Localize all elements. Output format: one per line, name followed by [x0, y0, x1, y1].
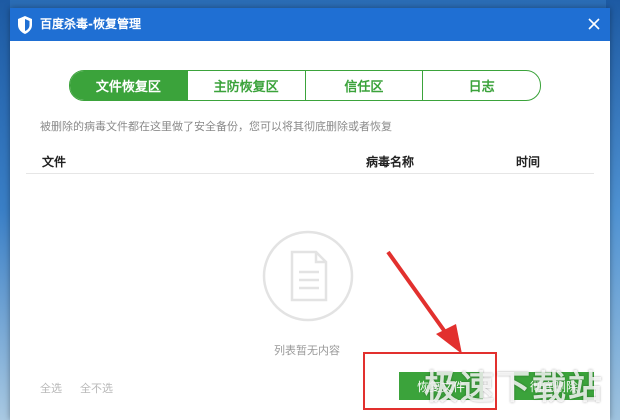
empty-state-text: 列表暂无内容: [274, 344, 340, 357]
tab-log[interactable]: 日志: [422, 71, 540, 100]
tab-bar: 文件恢复区 主防恢复区 信任区 日志: [69, 70, 541, 101]
description-text: 被删除的病毒文件都在这里做了安全备份，您可以将其彻底删除或者恢复: [40, 120, 392, 133]
annotation-arrow-icon: [386, 250, 462, 354]
desktop-background-left: [0, 0, 10, 420]
shield-logo-icon: [18, 16, 32, 34]
window-title: 百度杀毒-恢复管理: [40, 17, 141, 31]
tab-active-defense-recovery[interactable]: 主防恢复区: [186, 71, 305, 100]
column-file[interactable]: 文件: [42, 153, 66, 170]
tab-trust-zone[interactable]: 信任区: [304, 71, 423, 100]
column-time[interactable]: 时间: [516, 153, 540, 170]
empty-document-icon: [262, 230, 354, 322]
select-all-link[interactable]: 全选: [40, 380, 62, 396]
deselect-all-link[interactable]: 全不选: [80, 380, 113, 396]
tab-file-recovery[interactable]: 文件恢复区: [70, 71, 187, 100]
close-icon[interactable]: [584, 14, 604, 34]
title-bar[interactable]: 百度杀毒-恢复管理: [10, 8, 610, 41]
column-virus-name[interactable]: 病毒名称: [366, 153, 414, 170]
recovery-manager-window: 百度杀毒-恢复管理 文件恢复区 主防恢复区 信任区 日志 被删除的病毒文件都在这…: [10, 8, 610, 420]
table-header: 文件 病毒名称 时间: [26, 148, 594, 174]
site-watermark: 极速下载站: [424, 368, 604, 408]
